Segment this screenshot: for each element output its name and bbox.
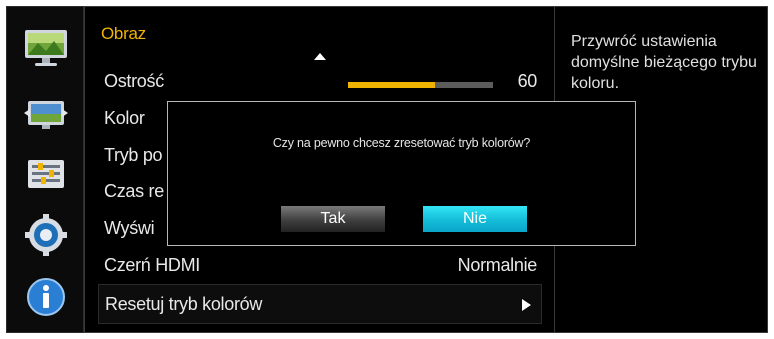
menu-item-label: Resetuj tryb kolorów bbox=[105, 294, 263, 314]
monitor-osd: Obraz Ostrość 60 Kolor Tryb po Czas re W… bbox=[0, 0, 774, 339]
submenu-arrow-icon bbox=[522, 299, 531, 311]
menu-item-label: Ostrość bbox=[104, 71, 164, 91]
picture-icon[interactable] bbox=[7, 21, 85, 77]
menu-item-reset-color-mode[interactable]: Resetuj tryb kolorów bbox=[98, 284, 542, 324]
menu-item-label: Wyświ bbox=[104, 218, 155, 238]
screen-size-icon[interactable] bbox=[7, 87, 85, 143]
menu-item-sharpness[interactable]: Ostrość 60 bbox=[98, 64, 542, 100]
gear-icon[interactable] bbox=[7, 207, 85, 263]
dialog-question: Czy na pewno chcesz zresetować tryb kolo… bbox=[272, 136, 531, 150]
yes-button[interactable]: Tak bbox=[281, 206, 385, 232]
sharpness-slider-fill bbox=[348, 82, 435, 88]
category-icon-column bbox=[6, 6, 84, 333]
menu-item-label: Czerń HDMI bbox=[104, 255, 201, 275]
menu-item-value: 60 bbox=[517, 71, 538, 91]
help-text: Przywróć ustawienia domyślne bieżącego t… bbox=[571, 33, 757, 92]
sharpness-slider[interactable] bbox=[348, 82, 493, 88]
reset-confirm-dialog: Czy na pewno chcesz zresetować tryb kolo… bbox=[167, 101, 636, 246]
menu-item-label: Tryb po bbox=[104, 145, 163, 165]
menu-item-value: Normalnie bbox=[457, 255, 538, 275]
no-button[interactable]: Nie bbox=[423, 206, 527, 232]
settings-list-icon[interactable] bbox=[7, 147, 85, 203]
scroll-up-icon[interactable] bbox=[314, 53, 326, 60]
menu-item-label: Kolor bbox=[104, 108, 145, 128]
info-icon[interactable] bbox=[7, 269, 85, 325]
menu-item-label: Czas re bbox=[104, 181, 164, 201]
menu-item-hdmi-black[interactable]: Czerń HDMI Normalnie bbox=[98, 248, 542, 284]
menu-title: Obraz bbox=[101, 24, 146, 43]
